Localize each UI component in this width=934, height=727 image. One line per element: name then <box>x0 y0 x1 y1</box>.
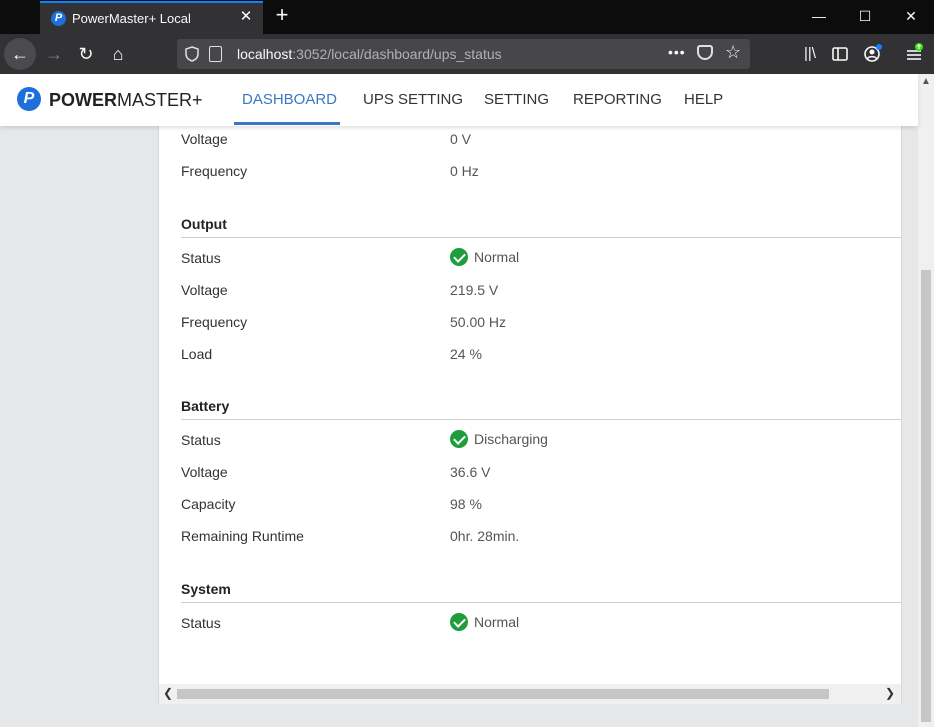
url-path: :3052/local/dashboard/ups_status <box>292 46 502 62</box>
nav-help[interactable]: HELP <box>684 91 723 108</box>
battery-capacity-label: Capacity <box>181 496 236 512</box>
battery-divider <box>181 419 901 420</box>
system-status-label: Status <box>181 615 221 631</box>
battery-capacity-value: 98 % <box>450 496 482 512</box>
system-divider <box>181 602 901 603</box>
nav-setting[interactable]: SETTING <box>484 91 549 108</box>
bookmark-star-icon[interactable]: ☆ <box>725 42 741 63</box>
browser-tab[interactable]: P PowerMaster+ Local ✕ <box>40 1 263 34</box>
tab-strip: P PowerMaster+ Local ✕ + — ☐ ✕ <box>0 0 934 34</box>
battery-runtime-value: 0hr. 28min. <box>450 528 520 544</box>
library-icon[interactable]: ||\ <box>798 42 822 66</box>
output-section-title: Output <box>181 216 227 232</box>
logo-text-rest: MASTER+ <box>117 90 203 110</box>
battery-runtime-label: Remaining Runtime <box>181 528 304 544</box>
logo-text: POWERMASTER+ <box>49 90 203 111</box>
output-voltage-label: Voltage <box>181 282 228 298</box>
output-status-label: Status <box>181 250 221 266</box>
check-circle-icon <box>450 613 468 631</box>
browser-toolbar: ← → ↻ ⌂ localhost:3052/local/dashboard/u… <box>0 34 934 74</box>
ups-status-card: Voltage 0 V Frequency 0 Hz Output Status… <box>158 126 902 704</box>
check-circle-icon <box>450 430 468 448</box>
url-text[interactable]: localhost:3052/local/dashboard/ups_statu… <box>237 46 502 62</box>
check-circle-icon <box>450 248 468 266</box>
maximize-button[interactable]: ☐ <box>842 0 888 32</box>
input-frequency-value: 0 Hz <box>450 163 479 179</box>
reload-icon[interactable]: ↻ <box>70 38 102 70</box>
output-load-label: Load <box>181 346 213 362</box>
home-icon[interactable]: ⌂ <box>102 38 134 70</box>
app-header: P POWERMASTER+ DASHBOARD UPS SETTING SET… <box>0 74 918 126</box>
output-status-value: Normal <box>450 248 519 266</box>
scroll-left-arrow-icon[interactable]: ❮ <box>163 686 173 700</box>
scroll-right-arrow-icon[interactable]: ❯ <box>885 686 895 700</box>
battery-status-text: Discharging <box>474 431 548 447</box>
output-status-text: Normal <box>474 249 520 265</box>
close-window-button[interactable]: ✕ <box>888 0 934 32</box>
battery-status-value: Discharging <box>450 430 548 448</box>
system-status-text: Normal <box>474 614 520 630</box>
battery-voltage-label: Voltage <box>181 464 228 480</box>
active-tab-indicator <box>234 122 340 125</box>
scroll-up-arrow-icon[interactable]: ▲ <box>921 76 931 87</box>
page-info-icon[interactable] <box>209 46 222 62</box>
shield-icon[interactable] <box>185 46 199 62</box>
account-icon[interactable] <box>860 42 884 66</box>
forward-button[interactable]: → <box>38 38 70 70</box>
output-divider <box>181 237 901 238</box>
output-frequency-label: Frequency <box>181 314 248 330</box>
new-tab-button[interactable]: + <box>270 4 294 28</box>
pocket-icon[interactable] <box>697 45 713 60</box>
battery-voltage-value: 36.6 V <box>450 464 491 480</box>
system-section-title: System <box>181 581 231 597</box>
minimize-button[interactable]: — <box>796 0 842 32</box>
url-bar[interactable]: localhost:3052/local/dashboard/ups_statu… <box>177 39 750 69</box>
horizontal-scroll-thumb[interactable] <box>177 689 829 699</box>
tab-close-icon[interactable]: ✕ <box>237 8 255 26</box>
logo-p-icon: P <box>17 87 41 111</box>
battery-section-title: Battery <box>181 398 230 414</box>
horizontal-scrollbar[interactable]: ❮ ❯ <box>159 684 901 704</box>
page-actions-icon[interactable]: ••• <box>668 44 686 60</box>
browser-window: P PowerMaster+ Local ✕ + — ☐ ✕ ← → ↻ ⌂ l… <box>0 0 934 727</box>
input-voltage-value: 0 V <box>450 131 472 147</box>
nav-reporting[interactable]: REPORTING <box>573 91 662 108</box>
nav-dashboard[interactable]: DASHBOARD <box>242 91 337 108</box>
logo-text-bold: POWER <box>49 90 118 110</box>
output-load-value: 24 % <box>450 346 482 362</box>
input-voltage-label: Voltage <box>181 131 228 147</box>
back-button[interactable]: ← <box>4 38 36 70</box>
nav-ups-setting[interactable]: UPS SETTING <box>363 91 463 108</box>
vertical-scroll-thumb[interactable] <box>921 270 931 722</box>
battery-status-label: Status <box>181 432 221 448</box>
tab-title: PowerMaster+ Local <box>72 11 191 26</box>
output-voltage-value: 219.5 V <box>450 282 499 298</box>
powermaster-favicon-icon: P <box>51 11 66 26</box>
page-viewport: P POWERMASTER+ DASHBOARD UPS SETTING SET… <box>0 74 934 727</box>
menu-icon[interactable] <box>902 42 926 66</box>
vertical-scrollbar[interactable]: ▲ <box>918 74 934 727</box>
output-frequency-value: 50.00 Hz <box>450 314 507 330</box>
sidebar-icon[interactable] <box>828 42 852 66</box>
url-host: localhost <box>237 46 293 62</box>
input-frequency-label: Frequency <box>181 163 248 179</box>
system-status-value: Normal <box>450 613 519 631</box>
